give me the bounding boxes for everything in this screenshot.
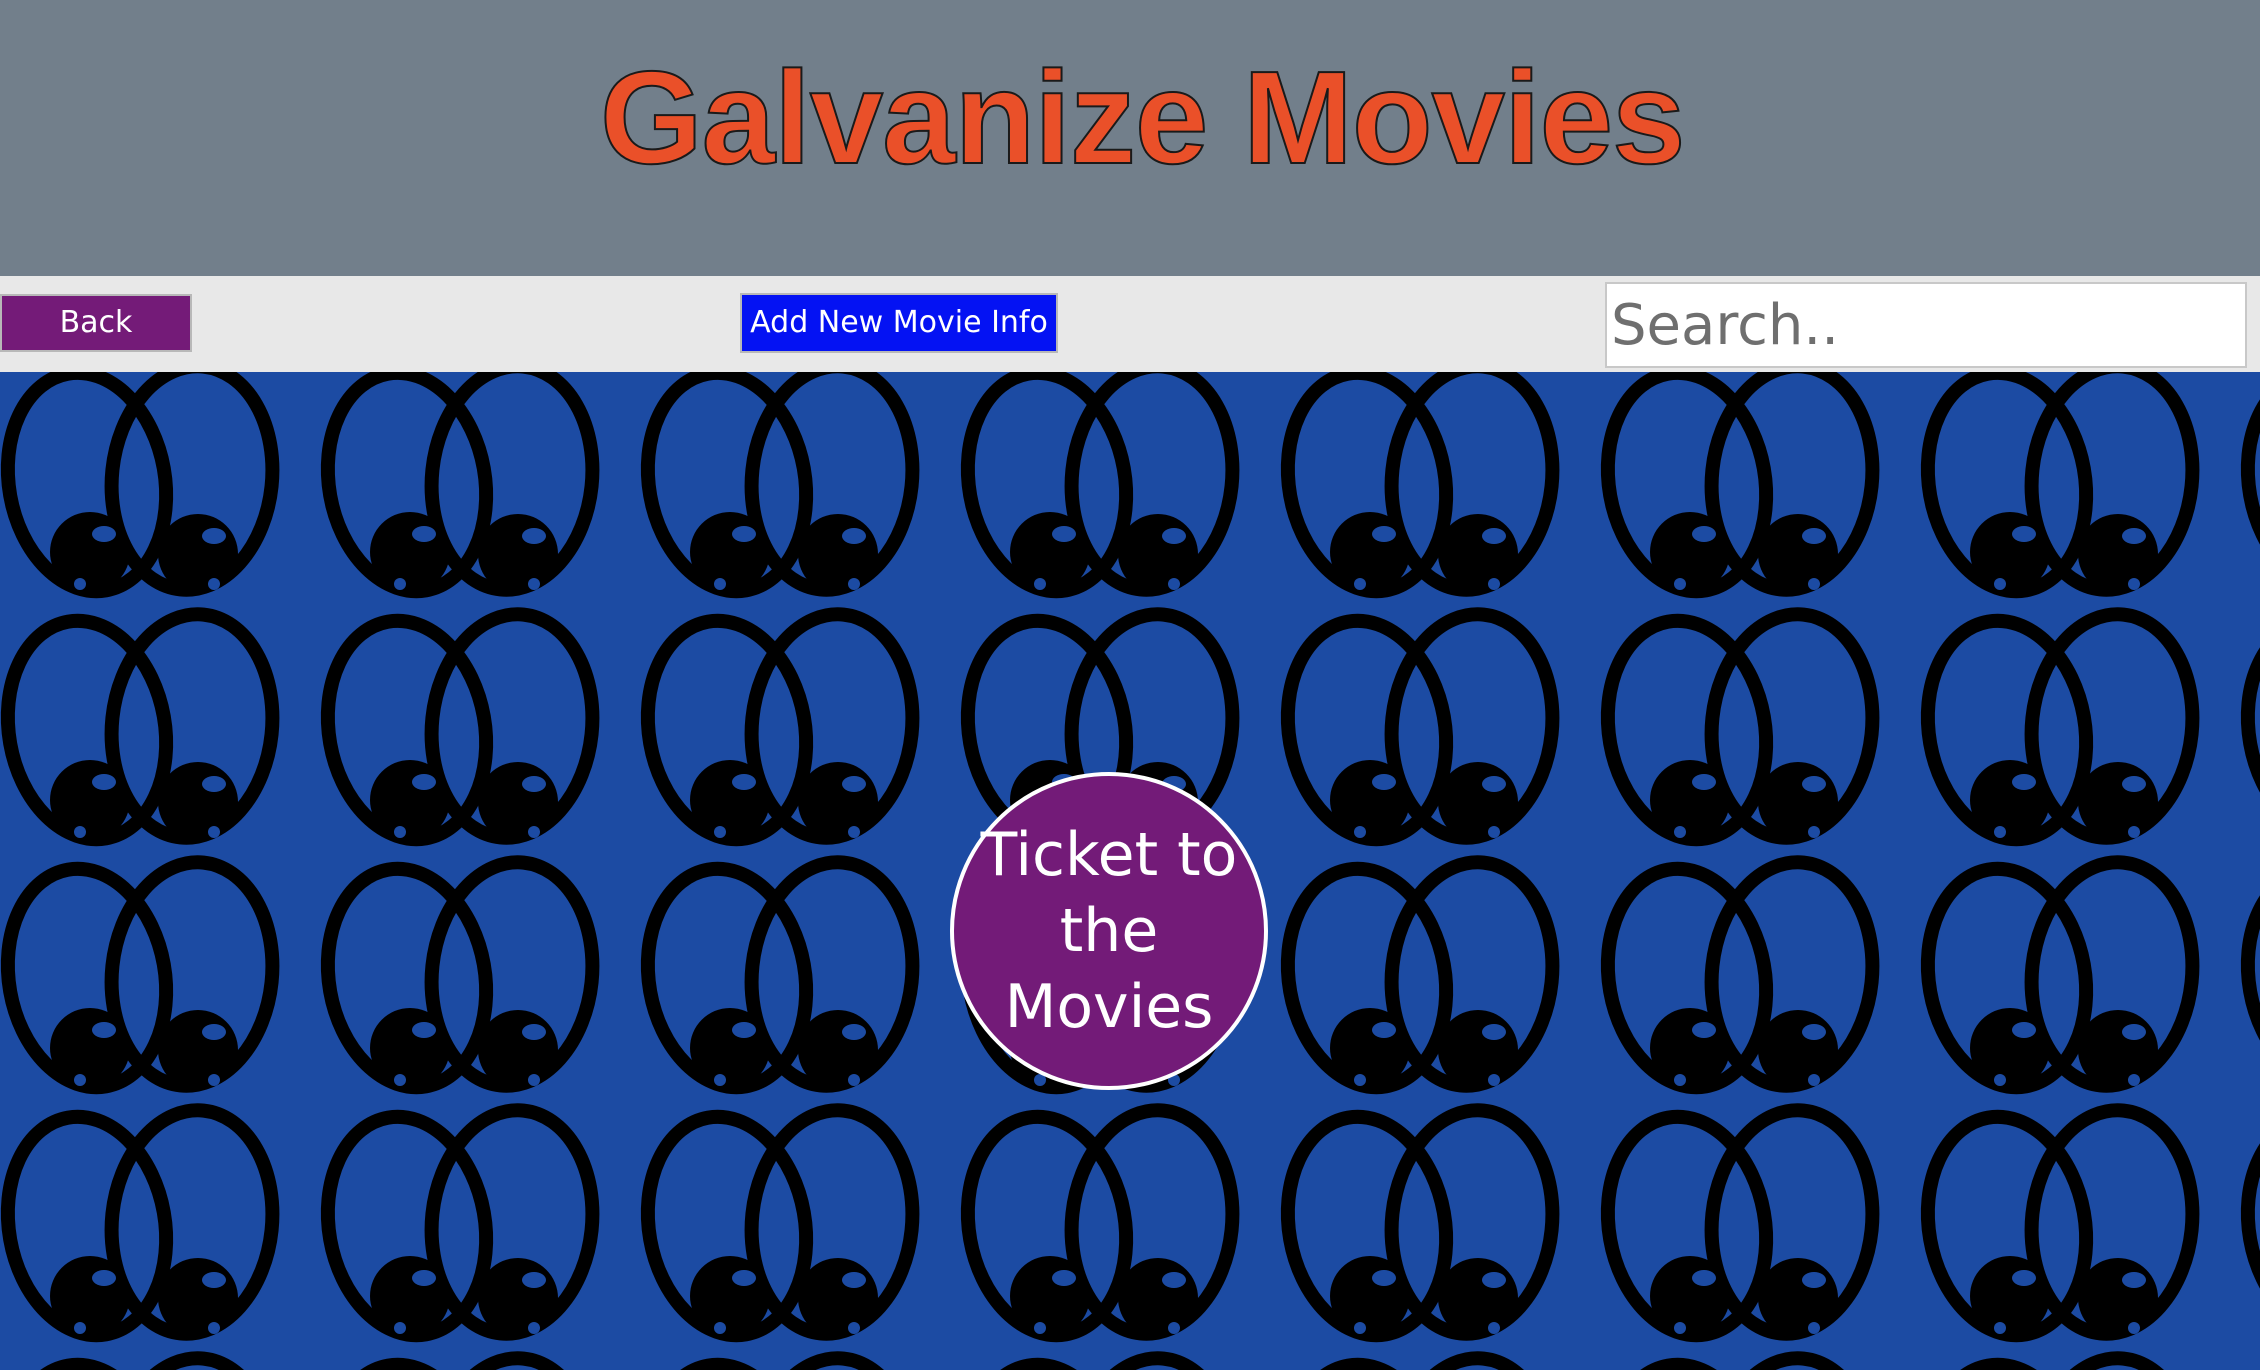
page-header: Galvanize Movies [0,0,2260,276]
add-movie-button[interactable]: Add New Movie Info [740,293,1058,353]
page-title: Galvanize Movies [599,44,1686,191]
back-button[interactable]: Back [0,294,192,352]
search-input[interactable] [1605,282,2247,368]
main-area: Ticket to the Movies [0,372,2260,1370]
toolbar: Back Add New Movie Info [0,276,2260,372]
ticket-to-movies-button[interactable]: Ticket to the Movies [950,772,1268,1090]
